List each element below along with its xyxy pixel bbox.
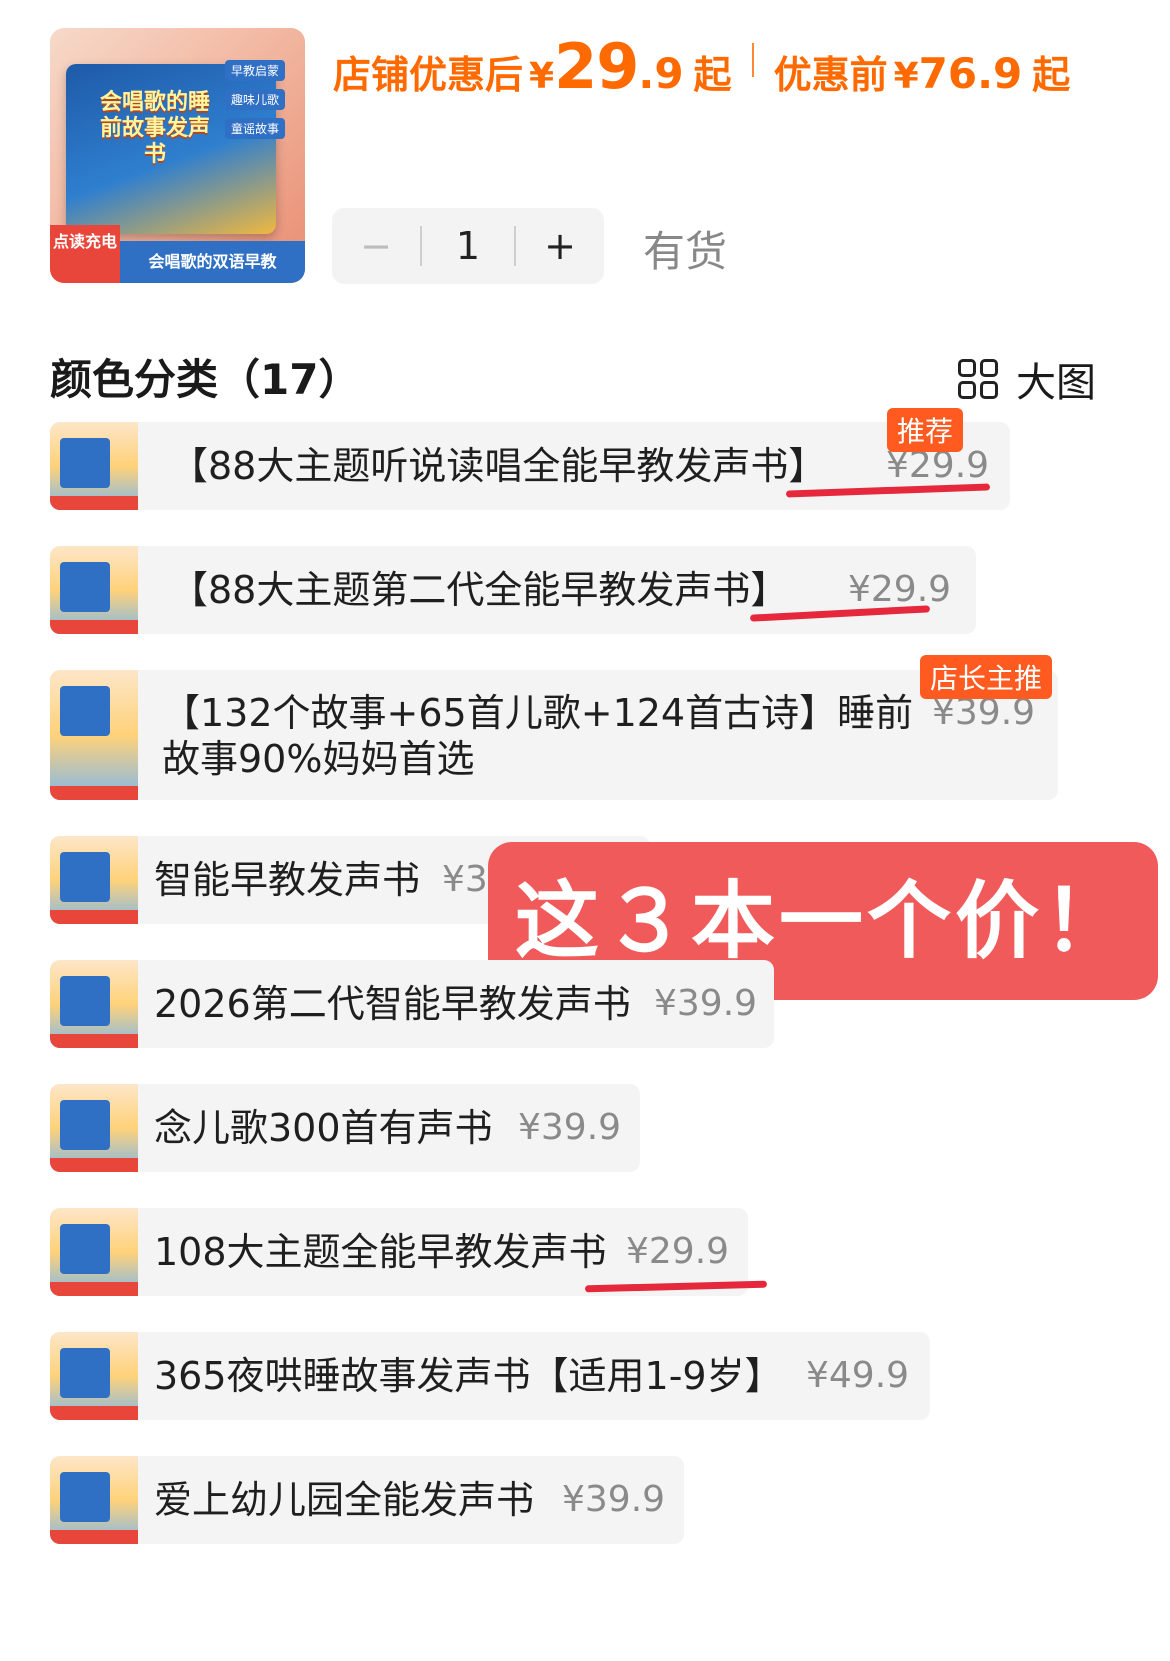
price-after-decimal: .9 bbox=[638, 49, 684, 98]
increase-button[interactable]: + bbox=[516, 224, 604, 268]
cover-tag: 趣味儿歌 bbox=[225, 89, 286, 110]
book-cover-title: 会唱歌的睡前故事发声书 bbox=[99, 90, 210, 167]
cover-banner: 会唱歌的双语早教 bbox=[120, 241, 305, 283]
variant-thumbnail bbox=[50, 1332, 138, 1420]
variant-price: ¥39.9 bbox=[518, 1107, 622, 1148]
variant-option[interactable]: 【88大主题第二代全能早教发声书】 ¥29.9 bbox=[50, 546, 976, 634]
variant-thumbnail bbox=[50, 1456, 138, 1544]
variant-thumbnail bbox=[50, 960, 138, 1048]
variant-option[interactable]: 108大主题全能早教发声书 ¥29.9 bbox=[50, 1208, 748, 1296]
variant-name: 365夜哄睡故事发声书【适用1-9岁】 bbox=[154, 1354, 783, 1398]
large-view-label: 大图 bbox=[1016, 360, 1096, 406]
variant-thumbnail bbox=[50, 1208, 138, 1296]
variant-option[interactable]: 【132个故事+65首儿歌+124首古诗】睡前 故事90%妈妈首选 ¥39.9 bbox=[50, 670, 1058, 800]
variant-name-line1: 【132个故事+65首儿歌+124首古诗】睡前 bbox=[162, 691, 914, 735]
variant-option[interactable]: 念儿歌300首有声书 ¥39.9 bbox=[50, 1084, 640, 1172]
yen-symbol: ¥ bbox=[893, 56, 919, 97]
decrease-button[interactable]: − bbox=[332, 224, 420, 268]
variant-price: ¥29.9 bbox=[626, 1231, 730, 1272]
variant-option[interactable]: 【88大主题听说读唱全能早教发声书】 ¥29.9 bbox=[50, 422, 1010, 510]
yen-symbol: ¥ bbox=[529, 56, 555, 97]
grid-icon bbox=[958, 359, 998, 399]
recommend-badge: 推荐 bbox=[887, 408, 964, 452]
variant-thumbnail bbox=[50, 546, 138, 634]
variant-thumbnail bbox=[50, 422, 138, 510]
variant-name: 2026第二代智能早教发声书 bbox=[154, 982, 631, 1026]
product-main-image[interactable]: 会唱歌的睡前故事发声书 早教启蒙 趣味儿歌 童谣故事 点读充电 会唱歌的双语早教 bbox=[50, 28, 305, 283]
variant-name: 【88大主题第二代全能早教发声书】 bbox=[170, 568, 789, 612]
variant-thumbnail bbox=[50, 836, 138, 924]
quantity-stepper: − 1 + bbox=[332, 208, 604, 284]
cover-tag: 早教启蒙 bbox=[225, 60, 286, 81]
cover-tags: 早教启蒙 趣味儿歌 童谣故事 bbox=[225, 60, 286, 147]
variant-name-line2: 故事90%妈妈首选 bbox=[162, 737, 475, 781]
variant-name: 【88大主题听说读唱全能早教发声书】 bbox=[170, 444, 827, 488]
variant-price: ¥39.9 bbox=[562, 1479, 666, 1520]
price-after-integer: 29 bbox=[554, 30, 639, 103]
price-before-value: 76.9 bbox=[918, 49, 1023, 98]
cover-charge-label: 点读充电 bbox=[50, 225, 120, 283]
price-before-label: 优惠前 bbox=[773, 53, 888, 97]
variant-thumbnail bbox=[50, 1084, 138, 1172]
cover-tag: 童谣故事 bbox=[225, 118, 286, 139]
quantity-value[interactable]: 1 bbox=[422, 224, 514, 268]
variant-name: 智能早教发声书 bbox=[154, 858, 421, 902]
variant-price: ¥49.9 bbox=[806, 1355, 910, 1396]
variant-option[interactable]: 2026第二代智能早教发声书 ¥39.9 bbox=[50, 960, 774, 1048]
variant-section-title: 颜色分类（17） bbox=[50, 355, 361, 404]
variant-name: 念儿歌300首有声书 bbox=[154, 1106, 493, 1150]
price-qi: 起 bbox=[1032, 53, 1071, 97]
variant-option[interactable]: 365夜哄睡故事发声书【适用1-9岁】 ¥49.9 bbox=[50, 1332, 930, 1420]
variant-thumbnail bbox=[50, 670, 138, 800]
price-divider bbox=[751, 43, 754, 77]
price-line: 店铺优惠后 ¥ 29 .9 起 优惠前 ¥ 76.9 起 bbox=[333, 30, 1070, 103]
manager-pick-badge: 店长主推 bbox=[920, 655, 1053, 699]
price-qi: 起 bbox=[693, 53, 732, 97]
variant-name: 爱上幼儿园全能发声书 bbox=[154, 1478, 535, 1522]
variant-option[interactable]: 爱上幼儿园全能发声书 ¥39.9 bbox=[50, 1456, 684, 1544]
stock-status: 有货 bbox=[643, 227, 728, 276]
large-view-toggle[interactable]: 大图 bbox=[958, 350, 1096, 408]
variant-name: 108大主题全能早教发声书 bbox=[154, 1230, 607, 1274]
price-after-label: 店铺优惠后 bbox=[333, 53, 524, 97]
variant-price: ¥39.9 bbox=[654, 983, 758, 1024]
